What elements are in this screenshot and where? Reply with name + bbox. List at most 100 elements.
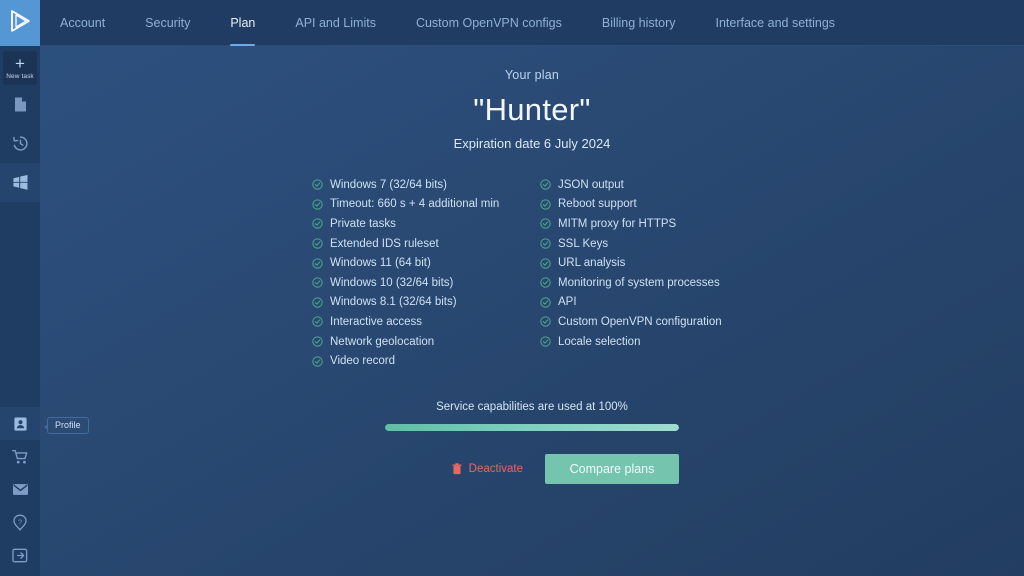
sidebar: + New task ?	[0, 0, 40, 576]
feature-label: Network geolocation	[330, 335, 435, 348]
sidebar-item-tasks[interactable]	[0, 85, 40, 124]
content-area: Account Security Plan API and Limits Cus…	[40, 0, 1024, 576]
feature-label: JSON output	[558, 178, 624, 191]
tab-account[interactable]: Account	[40, 0, 125, 45]
feature-label: Windows 8.1 (32/64 bits)	[330, 296, 457, 309]
tab-plan[interactable]: Plan	[210, 0, 275, 46]
sidebar-bottom-nav: ?	[0, 407, 40, 572]
check-circle-icon	[540, 316, 551, 328]
feature-item: Windows 10 (32/64 bits)	[312, 273, 512, 293]
feature-item: Extended IDS ruleset	[312, 234, 512, 254]
top-tab-bar: Account Security Plan API and Limits Cus…	[40, 0, 1024, 46]
check-circle-icon	[312, 257, 323, 269]
feature-item: MITM proxy for HTTPS	[540, 214, 740, 234]
feature-label: Custom OpenVPN configuration	[558, 315, 722, 328]
feature-column-left: Windows 7 (32/64 bits) Timeout: 660 s + …	[312, 175, 512, 371]
check-circle-icon	[540, 238, 551, 249]
tab-openvpn[interactable]: Custom OpenVPN configs	[396, 0, 582, 45]
deactivate-button[interactable]: Deactivate	[452, 463, 523, 475]
feature-label: Interactive access	[330, 315, 423, 328]
feature-label: Extended IDS ruleset	[330, 237, 439, 250]
check-circle-icon	[540, 336, 551, 347]
plan-heading: Your plan	[504, 68, 560, 82]
usage-section: Service capabilities are used at 100%	[385, 401, 679, 431]
sidebar-item-profile[interactable]	[0, 407, 40, 440]
feature-lists: Windows 7 (32/64 bits) Timeout: 660 s + …	[312, 175, 752, 371]
feature-column-right: JSON output Reboot support MITM proxy fo…	[540, 175, 740, 371]
user-profile-icon	[13, 416, 28, 432]
usage-label: Service capabilities are used at 100%	[436, 400, 628, 413]
check-circle-icon	[540, 257, 551, 269]
check-circle-icon	[312, 218, 323, 230]
usage-progress-fill	[385, 423, 679, 431]
check-circle-icon	[312, 199, 323, 210]
feature-item: JSON output	[540, 175, 740, 195]
envelope-icon	[12, 483, 29, 496]
file-document-icon	[13, 96, 28, 113]
tab-security[interactable]: Security	[125, 0, 210, 45]
check-circle-icon	[540, 179, 551, 190]
sidebar-item-mail[interactable]	[0, 473, 40, 506]
help-question-icon: ?	[12, 514, 28, 531]
check-circle-icon	[312, 336, 323, 347]
plan-actions: Deactivate Compare plans	[385, 453, 679, 484]
feature-label: Windows 10 (32/64 bits)	[330, 276, 454, 289]
plus-icon: +	[15, 53, 25, 73]
feature-label: Timeout: 660 s + 4 additional min	[330, 198, 500, 211]
tab-billing[interactable]: Billing history	[582, 0, 696, 45]
feature-item: SSL Keys	[540, 234, 740, 254]
check-circle-icon	[312, 355, 323, 367]
plan-main: Your plan "Hunter" Expiration date 6 Jul…	[40, 46, 1024, 576]
sidebar-item-help[interactable]: ?	[0, 506, 40, 539]
tab-api-limits[interactable]: API and Limits	[275, 0, 396, 45]
feature-item: Reboot support	[540, 195, 740, 215]
feature-label: MITM proxy for HTTPS	[558, 217, 677, 230]
feature-item: URL analysis	[540, 253, 740, 273]
feature-item: Interactive access	[312, 312, 512, 332]
check-circle-icon	[312, 179, 323, 190]
feature-label: Locale selection	[558, 335, 641, 348]
trash-icon	[452, 463, 462, 475]
feature-item: Windows 11 (64 bit)	[312, 253, 512, 273]
check-circle-icon	[540, 199, 551, 210]
svg-text:?: ?	[18, 517, 22, 526]
sidebar-top-nav: + New task	[0, 46, 40, 202]
feature-label: Windows 7 (32/64 bits)	[330, 178, 447, 191]
usage-progress-bar	[385, 423, 679, 431]
feature-item: Locale selection	[540, 332, 740, 352]
check-circle-icon	[540, 297, 551, 308]
feature-label: URL analysis	[558, 257, 626, 270]
feature-item: Timeout: 660 s + 4 additional min	[312, 195, 512, 215]
sidebar-item-windows[interactable]	[0, 163, 40, 202]
check-circle-icon	[312, 316, 323, 328]
feature-item: Windows 7 (32/64 bits)	[312, 175, 512, 195]
new-task-label: New task	[6, 72, 34, 80]
feature-label: API	[558, 296, 577, 309]
sidebar-item-logout[interactable]	[0, 539, 40, 572]
compare-plans-button[interactable]: Compare plans	[545, 453, 679, 484]
feature-item: Custom OpenVPN configuration	[540, 312, 740, 332]
deactivate-label: Deactivate	[468, 462, 523, 475]
history-clock-icon	[12, 135, 29, 152]
plan-name: "Hunter"	[473, 92, 591, 127]
sidebar-item-history[interactable]	[0, 124, 40, 163]
feature-label: Windows 11 (64 bit)	[330, 257, 431, 270]
app-logo[interactable]	[0, 0, 40, 46]
feature-label: Reboot support	[558, 198, 637, 211]
check-circle-icon	[312, 297, 323, 308]
feature-item: Monitoring of system processes	[540, 273, 740, 293]
feature-label: Video record	[330, 355, 395, 368]
sidebar-item-store[interactable]	[0, 440, 40, 473]
profile-tooltip: Profile	[44, 417, 89, 434]
check-circle-icon	[540, 218, 551, 230]
feature-item: Video record	[312, 351, 512, 371]
feature-label: Monitoring of system processes	[558, 276, 720, 289]
feature-item: Network geolocation	[312, 332, 512, 352]
plan-page: + New task ? Profile Account Security Pl…	[0, 0, 1024, 576]
new-task-button[interactable]: + New task	[3, 51, 37, 85]
check-circle-icon	[312, 238, 323, 249]
feature-item: Private tasks	[312, 214, 512, 234]
check-circle-icon	[312, 277, 323, 288]
tab-interface[interactable]: Interface and settings	[696, 0, 856, 45]
check-circle-icon	[540, 277, 551, 288]
